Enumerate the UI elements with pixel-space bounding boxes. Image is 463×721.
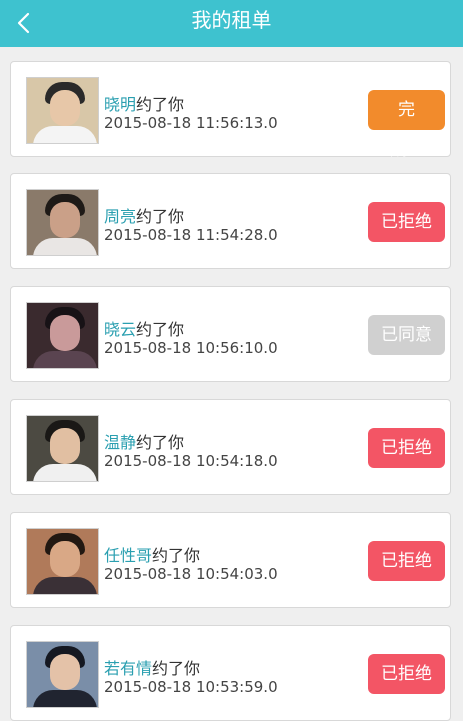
avatar xyxy=(26,302,99,369)
user-name[interactable]: 晓云 xyxy=(104,320,136,339)
status-button-agreed[interactable]: 已同意 xyxy=(368,315,445,355)
order-suffix: 约了你 xyxy=(136,433,185,452)
order-title: 晓云约了你 xyxy=(104,316,184,340)
order-time: 2015-08-18 10:54:18.0 xyxy=(104,452,278,470)
order-card[interactable]: 晓明约了你 2015-08-18 11:56:13.0 完成 xyxy=(10,61,451,160)
app-header: 我的租单 xyxy=(0,0,463,47)
status-button-rejected[interactable]: 已拒绝 xyxy=(368,654,445,694)
order-card[interactable]: 任性哥约了你 2015-08-18 10:54:03.0 已拒绝 xyxy=(10,512,451,608)
user-name[interactable]: 任性哥 xyxy=(104,546,152,565)
status-button-rejected[interactable]: 已拒绝 xyxy=(368,428,445,468)
order-card[interactable]: 温静约了你 2015-08-18 10:54:18.0 已拒绝 xyxy=(10,399,451,495)
order-title: 若有情约了你 xyxy=(104,655,200,679)
order-suffix: 约了你 xyxy=(136,207,185,226)
page-title: 我的租单 xyxy=(191,8,272,32)
avatar xyxy=(26,189,99,256)
order-card[interactable]: 若有情约了你 2015-08-18 10:53:59.0 已拒绝 xyxy=(10,625,451,721)
order-title: 温静约了你 xyxy=(104,429,184,453)
avatar xyxy=(26,77,99,144)
order-time: 2015-08-18 10:53:59.0 xyxy=(104,678,278,696)
status-button-done[interactable]: 完成 xyxy=(368,90,445,160)
user-name[interactable]: 温静 xyxy=(104,433,136,452)
user-name[interactable]: 周亮 xyxy=(104,207,136,226)
order-title: 任性哥约了你 xyxy=(104,542,200,566)
avatar xyxy=(26,641,99,708)
order-time: 2015-08-18 10:54:03.0 xyxy=(104,565,278,583)
order-suffix: 约了你 xyxy=(136,320,185,339)
order-title: 周亮约了你 xyxy=(104,203,184,227)
user-name[interactable]: 晓明 xyxy=(104,95,136,114)
order-card[interactable]: 晓云约了你 2015-08-18 10:56:10.0 已同意 xyxy=(10,286,451,382)
avatar xyxy=(26,415,99,482)
order-time: 2015-08-18 11:56:13.0 xyxy=(104,114,278,132)
order-card[interactable]: 周亮约了你 2015-08-18 11:54:28.0 已拒绝 xyxy=(10,173,451,269)
avatar xyxy=(26,528,99,595)
user-name[interactable]: 若有情 xyxy=(104,659,152,678)
order-suffix: 约了你 xyxy=(152,659,201,678)
order-suffix: 约了你 xyxy=(152,546,201,565)
order-title: 晓明约了你 xyxy=(104,91,184,115)
status-button-rejected[interactable]: 已拒绝 xyxy=(368,202,445,242)
status-button-rejected[interactable]: 已拒绝 xyxy=(368,541,445,581)
order-time: 2015-08-18 10:56:10.0 xyxy=(104,339,278,357)
order-suffix: 约了你 xyxy=(136,95,185,114)
order-time: 2015-08-18 11:54:28.0 xyxy=(104,226,278,244)
